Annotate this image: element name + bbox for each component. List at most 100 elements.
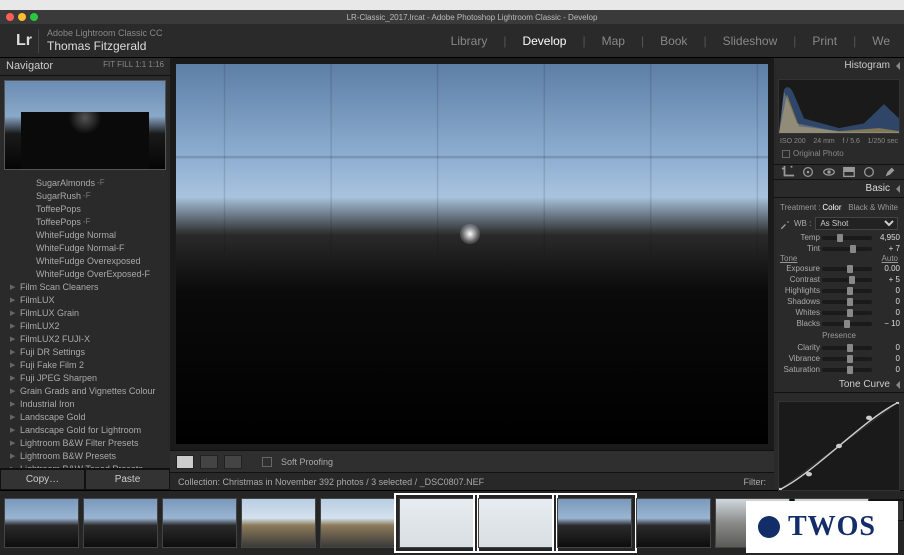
slider-saturation[interactable]: Saturation0 <box>778 364 900 375</box>
preset-folder[interactable]: ▶Fuji JPEG Sharpen <box>8 371 170 384</box>
watermark-text: TWOS <box>788 511 876 543</box>
preset-item[interactable]: WhiteFudge Overexposed <box>8 254 170 267</box>
filmstrip-thumb[interactable] <box>83 498 158 548</box>
before-after-tb-button[interactable] <box>224 455 242 469</box>
preset-folder[interactable]: ▶FilmLUX2 <box>8 319 170 332</box>
module-slideshow[interactable]: Slideshow <box>719 32 782 50</box>
preset-folder[interactable]: ▶Lightroom B&W Filter Presets <box>8 436 170 449</box>
histogram-header[interactable]: Histogram <box>774 58 904 73</box>
preset-item[interactable]: SugarRush-F <box>8 189 170 202</box>
preset-list[interactable]: SugarAlmonds-FSugarRush-FToffeePopsToffe… <box>0 174 170 468</box>
original-photo-checkbox[interactable] <box>782 150 790 158</box>
slider-vibrance[interactable]: Vibrance0 <box>778 353 900 364</box>
slider-whites[interactable]: Whites0 <box>778 307 900 318</box>
slider-contrast[interactable]: Contrast+ 5 <box>778 274 900 285</box>
navigator-zoom-modes[interactable]: FIT FILL 1:1 1:16 <box>103 60 164 73</box>
wb-eyedropper-icon[interactable] <box>780 219 790 229</box>
preset-item[interactable]: ToffeePops <box>8 202 170 215</box>
spot-removal-icon[interactable] <box>801 165 815 179</box>
soft-proofing-checkbox[interactable] <box>262 457 272 467</box>
module-library[interactable]: Library <box>447 32 492 50</box>
treatment-bw[interactable]: Black & White <box>848 203 898 212</box>
module-map[interactable]: Map <box>598 32 629 50</box>
basic-panel: Treatment : Color Black & White WB : As … <box>774 198 904 377</box>
mac-menubar <box>0 0 904 10</box>
wb-dropdown[interactable]: As Shot <box>815 217 898 230</box>
histogram-graph[interactable] <box>778 79 900 134</box>
module-we[interactable]: We <box>868 32 894 50</box>
treatment-color[interactable]: Color <box>822 203 841 212</box>
preset-folder[interactable]: ▶Landscape Gold for Lightroom <box>8 423 170 436</box>
slider-tint[interactable]: Tint+ 7 <box>778 243 900 254</box>
filmstrip-thumb[interactable] <box>241 498 316 548</box>
filmstrip-thumb[interactable] <box>399 498 474 548</box>
module-develop[interactable]: Develop <box>518 32 570 50</box>
tool-strip <box>774 164 904 180</box>
preset-folder[interactable]: ▶Film Scan Cleaners <box>8 280 170 293</box>
basic-panel-header[interactable]: Basic <box>774 180 904 198</box>
preset-folder[interactable]: ▶FilmLUX2 FUJI-X <box>8 332 170 345</box>
filmstrip-thumb[interactable] <box>478 498 553 548</box>
filmstrip-thumb[interactable] <box>320 498 395 548</box>
preset-item[interactable]: SugarAlmonds-F <box>8 176 170 189</box>
filmstrip-thumb[interactable] <box>557 498 632 548</box>
app-logo: Lr <box>10 29 39 53</box>
histo-lens: 24 mm <box>813 138 834 145</box>
right-panel: Histogram ISO 200 24 mm f / 5.6 1/250 se… <box>774 58 904 490</box>
auto-tone-button[interactable]: Auto <box>882 254 898 263</box>
filmstrip-thumb[interactable] <box>636 498 711 548</box>
watermark-overlay: TWOS <box>746 501 898 553</box>
slider-highlights[interactable]: Highlights0 <box>778 285 900 296</box>
preset-item[interactable]: WhiteFudge Normal <box>8 228 170 241</box>
before-after-lr-button[interactable] <box>200 455 218 469</box>
preset-item[interactable]: WhiteFudge OverExposed-F <box>8 267 170 280</box>
preset-folder[interactable]: ▶Fuji DR Settings <box>8 345 170 358</box>
collection-info[interactable]: Collection: Christmas in November 392 ph… <box>178 477 484 487</box>
close-window-button[interactable] <box>6 13 14 21</box>
identity-plate: Adobe Lightroom Classic CC Thomas Fitzge… <box>47 28 163 53</box>
presence-label: Presence <box>778 329 900 342</box>
filmstrip-thumb[interactable] <box>4 498 79 548</box>
left-panel: Navigator FIT FILL 1:1 1:16 SugarAlmonds… <box>0 58 170 490</box>
loupe-view-button[interactable] <box>176 455 194 469</box>
paste-button[interactable]: Paste <box>85 469 170 490</box>
preset-folder[interactable]: ▶FilmLUX Grain <box>8 306 170 319</box>
filmstrip-infobar: Collection: Christmas in November 392 ph… <box>170 472 774 490</box>
preset-folder[interactable]: ▶Grain Grads and Vignettes Colour <box>8 384 170 397</box>
slider-shadows[interactable]: Shadows0 <box>778 296 900 307</box>
slider-blacks[interactable]: Blacks− 10 <box>778 318 900 329</box>
zoom-window-button[interactable] <box>30 13 38 21</box>
histogram-title: Histogram <box>844 60 890 71</box>
tone-curve-title: Tone Curve <box>839 379 890 390</box>
slider-temp[interactable]: Temp4,950 <box>778 232 900 243</box>
navigator-header[interactable]: Navigator FIT FILL 1:1 1:16 <box>0 58 170 76</box>
original-photo-label: Original Photo <box>793 149 844 158</box>
slider-clarity[interactable]: Clarity0 <box>778 342 900 353</box>
preset-item[interactable]: ToffeePops-F <box>8 215 170 228</box>
crop-tool-icon[interactable] <box>781 165 795 179</box>
radial-filter-icon[interactable] <box>862 165 876 179</box>
preset-folder[interactable]: ▶FilmLUX <box>8 293 170 306</box>
slider-exposure[interactable]: Exposure0.00 <box>778 263 900 274</box>
minimize-window-button[interactable] <box>18 13 26 21</box>
main-photo-canvas[interactable] <box>176 64 768 444</box>
redeye-tool-icon[interactable] <box>822 165 836 179</box>
preset-item[interactable]: WhiteFudge Normal-F <box>8 241 170 254</box>
copy-button[interactable]: Copy… <box>0 469 85 490</box>
window-title: LR-Classic_2017.lrcat - Adobe Photoshop … <box>46 13 898 22</box>
develop-toolbar: Soft Proofing <box>170 450 774 472</box>
app-subtitle: Adobe Lightroom Classic CC <box>47 28 163 39</box>
filmstrip-thumb[interactable] <box>162 498 237 548</box>
preset-folder[interactable]: ▶Lightroom B&W Presets <box>8 449 170 462</box>
tone-label: Tone <box>780 254 797 263</box>
preset-folder[interactable]: ▶Landscape Gold <box>8 410 170 423</box>
module-book[interactable]: Book <box>656 32 691 50</box>
adjustment-brush-icon[interactable] <box>883 165 897 179</box>
tone-curve-graph[interactable] <box>778 401 900 491</box>
module-print[interactable]: Print <box>808 32 841 50</box>
preset-folder[interactable]: ▶Industrial Iron <box>8 397 170 410</box>
graduated-filter-icon[interactable] <box>842 165 856 179</box>
preset-folder[interactable]: ▶Fuji Fake Film 2 <box>8 358 170 371</box>
navigator-thumbnail[interactable] <box>4 80 166 170</box>
tone-curve-header[interactable]: Tone Curve <box>774 377 904 393</box>
